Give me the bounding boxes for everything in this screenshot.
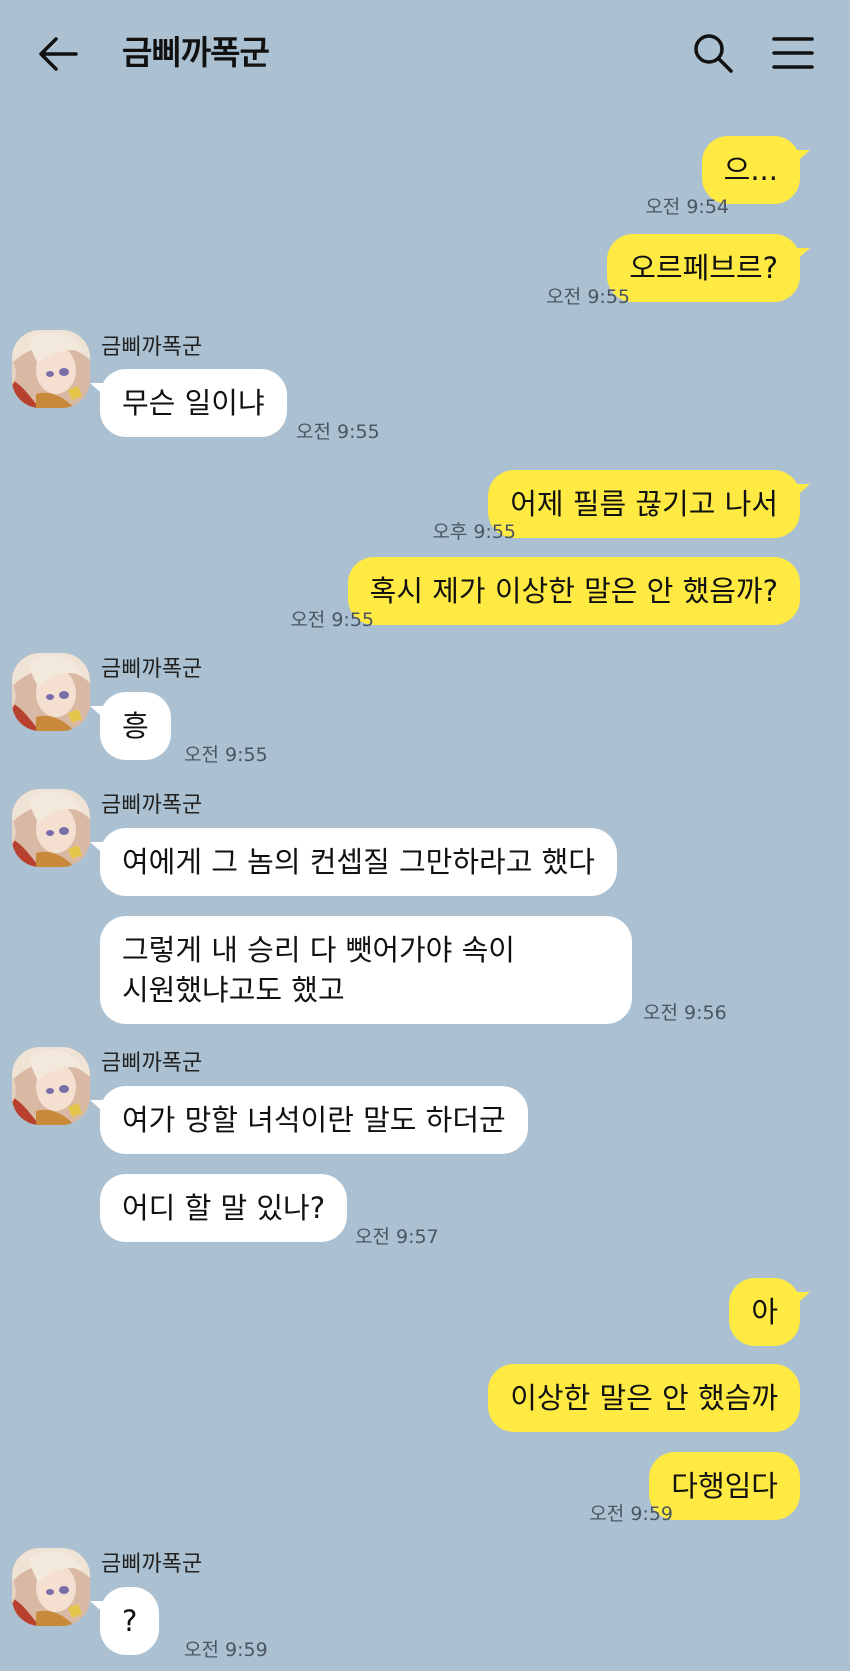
back-arrow-icon	[39, 37, 78, 71]
message-time: 오전 9:55	[290, 609, 374, 631]
message-text: ?	[122, 1604, 138, 1638]
sender-name: 금삐까폭군	[101, 335, 203, 360]
message-bubble-mine[interactable]: 혹시 제가 이상한 말은 안 했음까?	[347, 557, 800, 625]
message-time: 오전 9:55	[546, 286, 630, 308]
message-text: 어디 할 말 있나?	[122, 1191, 326, 1225]
message-time: 오전 9:59	[184, 1639, 268, 1661]
message-text: 어제 필름 끊기고 나서	[510, 487, 778, 521]
message-time: 오전 9:57	[355, 1226, 439, 1248]
profile-picture	[12, 1548, 90, 1626]
message-bubble-other[interactable]: 여에게 그 놈의 컨셉질 그만하라고 했다	[90, 828, 617, 896]
sender-name: 금삐까폭군	[101, 1552, 203, 1577]
message-text: 으...	[723, 153, 778, 187]
message-text: 여가 망할 녀석이란 말도 하더군	[122, 1103, 506, 1137]
message-bubble-other[interactable]: ?	[89, 1587, 160, 1655]
avatar[interactable]	[12, 330, 90, 408]
message-bubble-other[interactable]: 흥	[90, 692, 171, 760]
message-bubble-other[interactable]: 무슨 일이냐	[90, 369, 287, 437]
message-bubble-mine[interactable]: 으...	[701, 136, 811, 204]
message-text: 다행임다	[671, 1469, 778, 1503]
sender-name: 금삐까폭군	[101, 793, 203, 818]
profile-picture	[12, 1047, 90, 1125]
message-text: 이상한 말은 안 했슴까	[510, 1381, 778, 1415]
message-bubble-other[interactable]: 그렇게 내 승리 다 뺏어가야 속이 시원했냐고도 했고	[100, 916, 632, 1024]
menu-button[interactable]	[768, 30, 818, 76]
message-text: 아	[751, 1295, 778, 1329]
profile-picture	[12, 789, 90, 867]
message-text-line: 시원했냐고도 했고	[122, 973, 345, 1007]
message-bubble-other[interactable]: 어디 할 말 있나?	[100, 1174, 348, 1242]
back-button[interactable]	[34, 30, 82, 78]
message-time: 오전 9:55	[184, 744, 268, 766]
message-time: 오후 9:55	[432, 521, 516, 543]
chat-title: 금삐까폭군	[122, 33, 270, 72]
message-text: 혹시 제가 이상한 말은 안 했음까?	[369, 574, 778, 608]
message-bubble-mine[interactable]: 이상한 말은 안 했슴까	[488, 1364, 800, 1432]
sender-name: 금삐까폭군	[101, 1051, 203, 1076]
avatar[interactable]	[12, 789, 90, 867]
message-time: 오전 9:56	[643, 1002, 727, 1024]
hamburger-menu-icon	[772, 37, 814, 69]
profile-picture	[12, 653, 90, 731]
message-bubble-mine[interactable]: 오르페브르?	[607, 234, 810, 302]
avatar[interactable]	[12, 1548, 90, 1626]
message-bubble-mine[interactable]: 어제 필름 끊기고 나서	[488, 470, 810, 538]
message-text-line: 그렇게 내 승리 다 뺏어가야 속이	[122, 933, 515, 967]
sender-name: 금삐까폭군	[101, 657, 203, 682]
message-text: 무슨 일이냐	[122, 386, 265, 420]
message-text: 흥	[122, 709, 149, 743]
search-button[interactable]	[690, 30, 736, 76]
message-text: 여에게 그 놈의 컨셉질 그만하라고 했다	[122, 845, 595, 879]
chat-header: 금삐까폭군	[0, 0, 850, 104]
search-icon	[694, 34, 733, 73]
message-text: 오르페브르?	[629, 251, 778, 285]
message-bubble-other[interactable]: 여가 망할 녀석이란 말도 하더군	[90, 1086, 528, 1154]
message-bubble-mine[interactable]: 아	[729, 1278, 810, 1346]
avatar[interactable]	[12, 653, 90, 731]
avatar[interactable]	[12, 1047, 90, 1125]
message-time: 오전 9:55	[296, 421, 380, 443]
message-time: 오전 9:54	[645, 196, 729, 218]
profile-picture	[12, 330, 90, 408]
message-time: 오전 9:59	[589, 1503, 673, 1525]
